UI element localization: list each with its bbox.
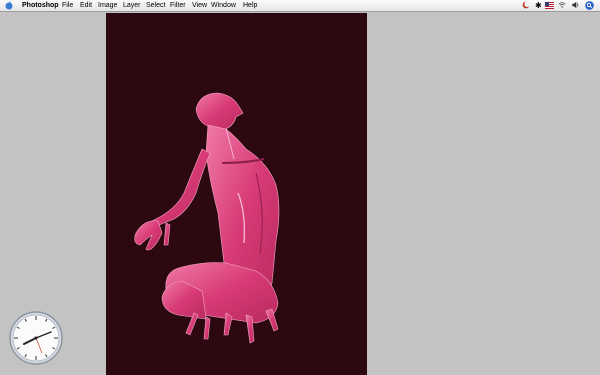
menu-help[interactable]: Help — [243, 0, 257, 11]
menu-filter[interactable]: Filter — [170, 0, 186, 11]
clock-widget-icon[interactable] — [9, 311, 63, 365]
figure-illustration — [134, 92, 280, 344]
menu-image[interactable]: Image — [98, 0, 117, 11]
volume-icon[interactable] — [571, 1, 580, 9]
apple-menu-icon[interactable] — [5, 1, 13, 10]
menu-layer[interactable]: Layer — [123, 0, 141, 11]
menu-window[interactable]: Window — [211, 0, 236, 11]
spotlight-icon[interactable] — [585, 1, 594, 10]
moon-icon[interactable] — [522, 1, 530, 9]
wifi-icon[interactable] — [558, 1, 566, 9]
app-menu[interactable]: Photoshop — [22, 0, 59, 11]
menu-edit[interactable]: Edit — [80, 0, 92, 11]
menu-file[interactable]: File — [62, 0, 73, 11]
document-canvas[interactable] — [106, 13, 367, 375]
menu-bar: Photoshop File Edit Image Layer Select F… — [0, 0, 600, 12]
menu-view[interactable]: View — [192, 0, 207, 11]
bluetooth-icon[interactable]: ✱ — [535, 0, 542, 11]
us-flag-icon[interactable] — [545, 2, 554, 9]
menu-select[interactable]: Select — [146, 0, 165, 11]
